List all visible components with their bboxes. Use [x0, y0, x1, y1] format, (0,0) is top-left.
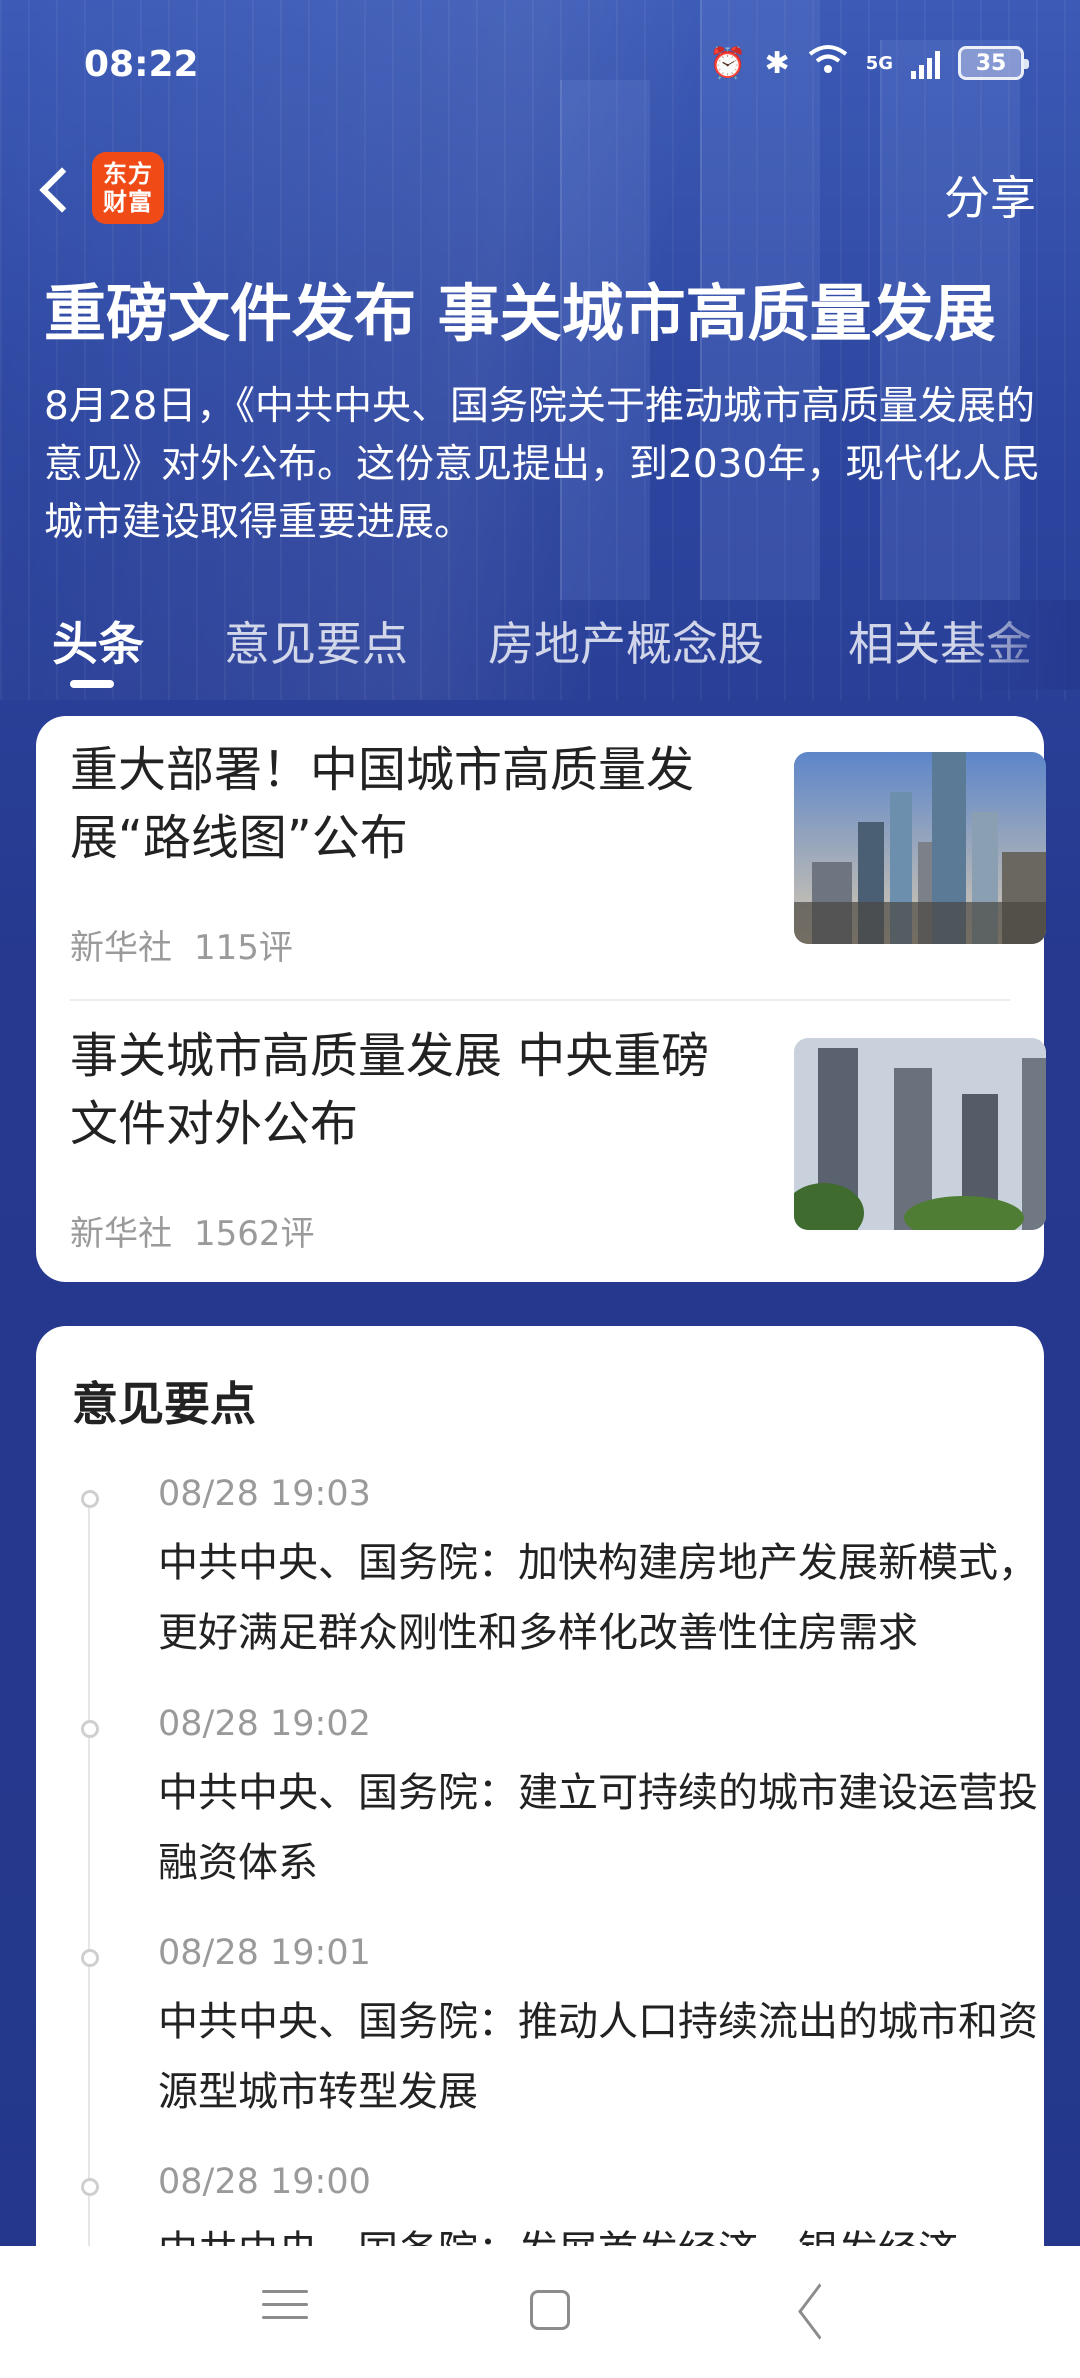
news-card: 重大部署！中国城市高质量发展“路线图”公布 新华社 115评 事关城市高质量发展…	[36, 716, 1046, 1282]
timeline-dot	[81, 1949, 99, 1967]
bluetooth-icon: ✱	[764, 45, 790, 81]
tab-headlines[interactable]: 头条	[52, 608, 144, 674]
news-item[interactable]: 事关城市高质量发展 中央重磅文件对外公布 新华社 1562评	[70, 1002, 1046, 1255]
timeline-text: 中共中央、国务院：推动人口持续流出的城市和资源型城市转型发展	[158, 1999, 1038, 2115]
tab-real-estate-stocks[interactable]: 房地产概念股	[488, 608, 764, 674]
timeline-text: 中共中央、国务院：建立可持续的城市建设运营投融资体系	[158, 1770, 1038, 1886]
home-icon[interactable]	[530, 2290, 570, 2330]
battery-icon: 35	[958, 46, 1029, 80]
timeline-time: 08/28 19:03	[158, 1474, 371, 1514]
key-points-card: 意见要点 08/28 19:03 中共中央、国务院：加快构建房地产发展新模式，更…	[36, 1326, 1044, 2378]
news-comments: 1562评	[194, 1214, 315, 1254]
tab-active-indicator	[70, 680, 114, 688]
status-icons: ⏰ ✱ 5G 35	[709, 44, 1029, 82]
system-back-icon[interactable]	[796, 2290, 842, 2334]
news-comments: 115评	[194, 928, 293, 968]
system-nav-bar	[0, 2246, 1080, 2378]
back-arrow-icon[interactable]	[30, 162, 80, 218]
app-screen: 08:22 ⏰ ✱ 5G 35 东方 财富 分享 重磅文件发布 事关城市高质量发展…	[0, 0, 1080, 2378]
timeline-dot	[81, 2178, 99, 2196]
divider	[70, 999, 1010, 1001]
timeline-time: 08/28 19:02	[158, 1704, 371, 1744]
news-title: 事关城市高质量发展 中央重磅文件对外公布	[70, 1028, 710, 1152]
timeline-text: 中共中央、国务院：加快构建房地产发展新模式，更好满足群众刚性和多样化改善性住房需…	[158, 1540, 1038, 1656]
news-meta: 新华社 115评	[70, 920, 293, 969]
tab-fade	[960, 600, 1080, 690]
timeline-time: 08/28 19:00	[158, 2162, 371, 2202]
timeline-time: 08/28 19:01	[158, 1933, 371, 1973]
signal-icon	[911, 47, 940, 79]
page-description: 8月28日，《中共中央、国务院关于推动城市高质量发展的意见》对外公布。这份意见提…	[44, 384, 1041, 545]
alarm-icon: ⏰	[709, 45, 747, 81]
key-points-heading: 意见要点	[72, 1377, 256, 1431]
tab-bar: 头条 意见要点 房地产概念股 相关基金	[0, 600, 1080, 690]
status-time: 08:22	[84, 44, 199, 85]
news-item[interactable]: 重大部署！中国城市高质量发展“路线图”公布 新华社 115评	[70, 716, 1046, 969]
timeline-dot	[81, 1490, 99, 1508]
app-logo: 东方 财富	[92, 152, 164, 224]
news-thumbnail	[794, 1038, 1046, 1230]
menu-icon[interactable]	[262, 2290, 308, 2334]
news-source: 新华社	[70, 928, 172, 968]
wifi-icon	[808, 44, 848, 82]
status-bar: 08:22 ⏰ ✱ 5G 35	[0, 0, 1080, 130]
page-title: 重磅文件发布 事关城市高质量发展	[44, 277, 996, 350]
timeline-line	[88, 1491, 90, 2378]
news-thumbnail	[794, 752, 1046, 944]
share-button[interactable]: 分享	[944, 162, 1036, 228]
news-meta: 新华社 1562评	[70, 1206, 315, 1255]
tab-key-points[interactable]: 意见要点	[224, 608, 408, 674]
news-source: 新华社	[70, 1214, 172, 1254]
network-label: 5G	[865, 52, 893, 74]
news-title: 重大部署！中国城市高质量发展“路线图”公布	[70, 742, 695, 866]
timeline-dot	[81, 1720, 99, 1738]
top-nav: 东方 财富 分享	[0, 140, 1080, 240]
